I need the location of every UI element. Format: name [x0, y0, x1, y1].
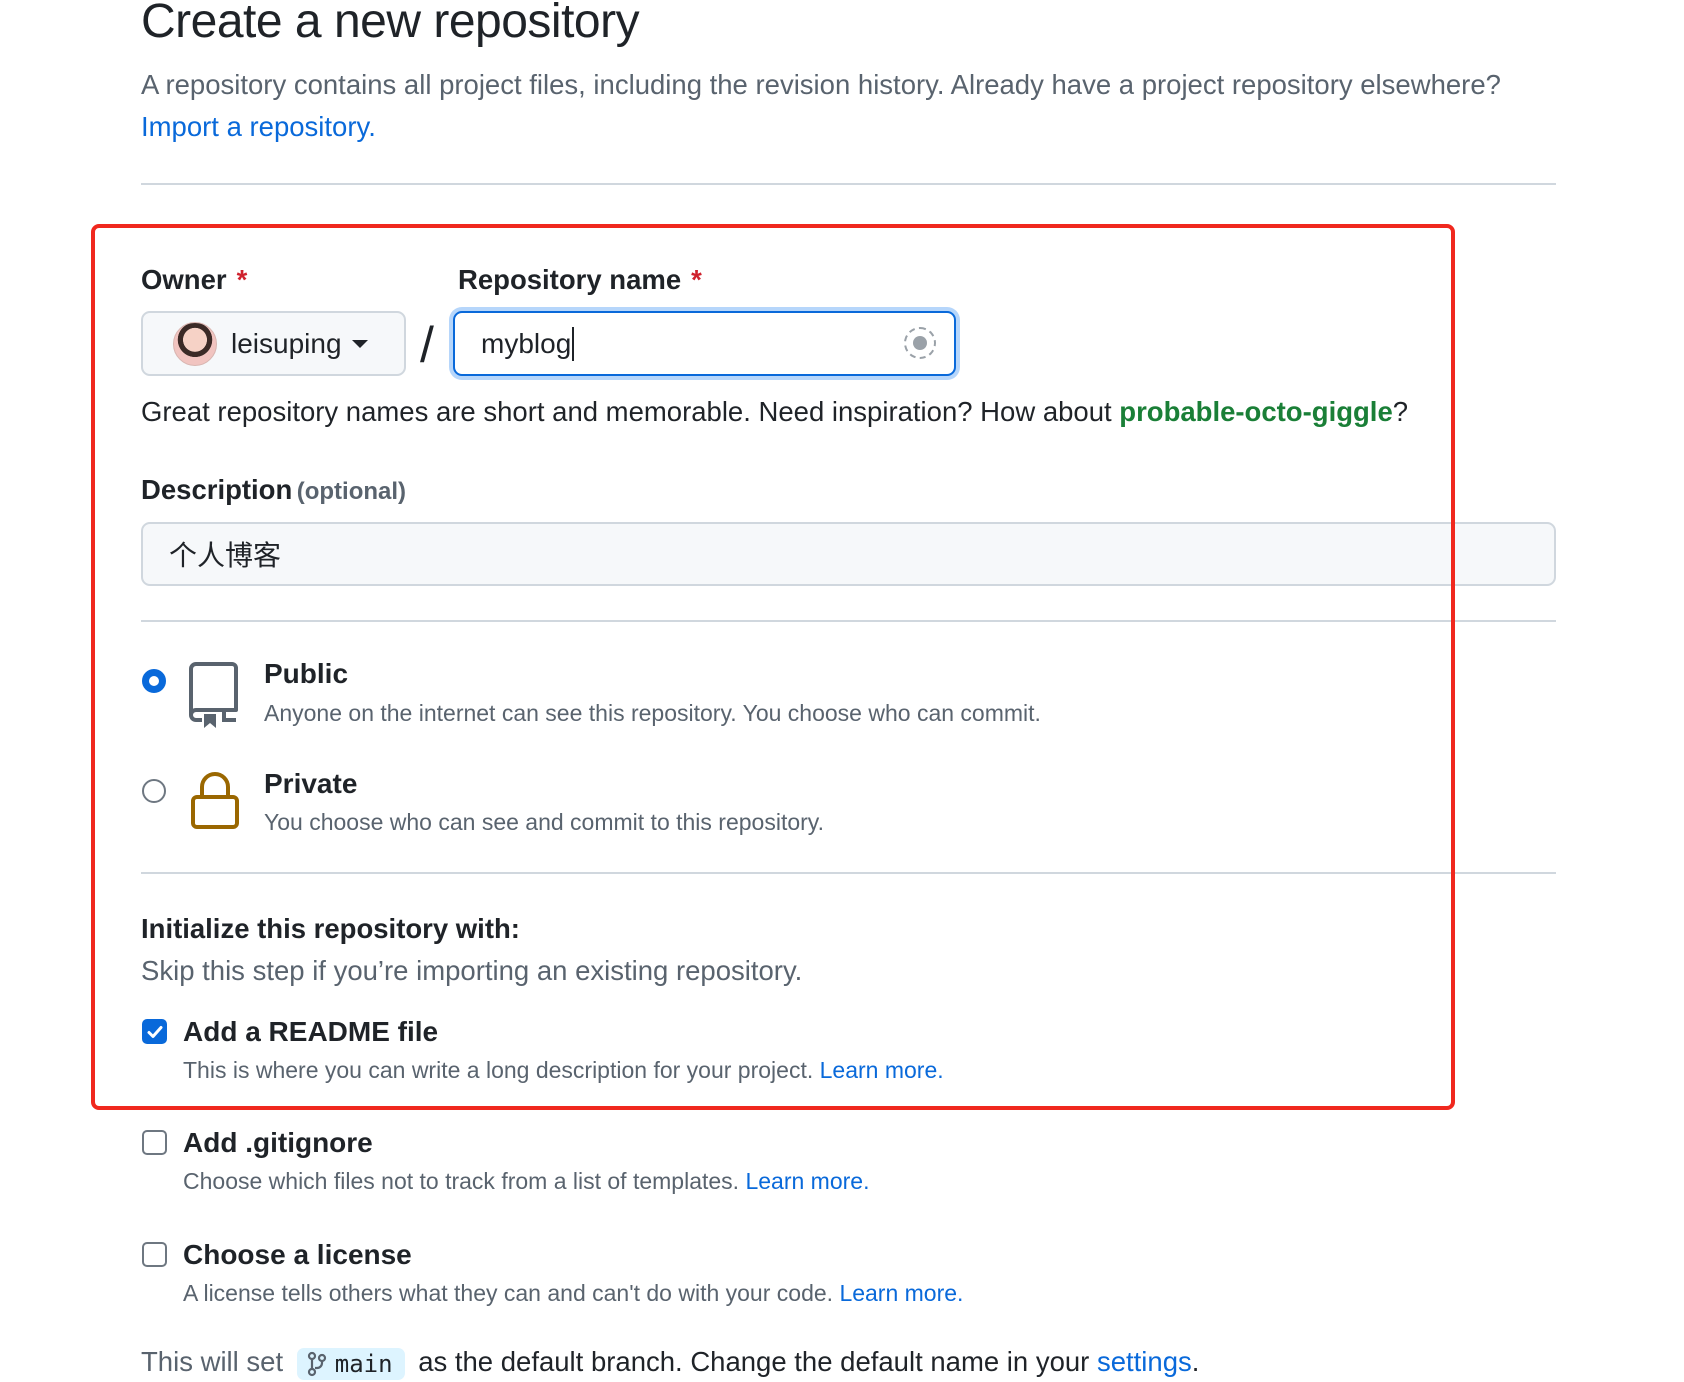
repo-name-required-mark: *: [691, 264, 702, 295]
license-checkbox[interactable]: [142, 1242, 167, 1267]
description-optional: (optional): [296, 478, 407, 505]
branch-name: main: [334, 1349, 393, 1378]
text-cursor: [572, 326, 575, 361]
name-suggestion-link[interactable]: probable-octo-giggle: [1119, 396, 1392, 427]
owner-repo-separator: /: [420, 317, 434, 373]
repo-name-label-text: Repository name: [458, 264, 682, 295]
license-desc: A license tells others what they can and…: [183, 1280, 963, 1307]
private-desc: You choose who can see and commit to thi…: [264, 809, 824, 835]
license-desc-text: A license tells others what they can and…: [183, 1280, 834, 1306]
description-input[interactable]: 个人博客: [141, 522, 1556, 586]
description-value: 个人博客: [169, 540, 282, 571]
gitignore-label[interactable]: Add .gitignore: [183, 1127, 373, 1159]
branch-note-middle: as the default branch. Change the defaul…: [418, 1346, 1090, 1377]
init-title: Initialize this repository with:: [141, 913, 520, 944]
lock-icon: [190, 771, 240, 831]
readme-learn-more-link[interactable]: Learn more.: [820, 1057, 944, 1083]
page-title: Create a new repository: [141, 0, 640, 48]
visibility-divider-bottom: [141, 872, 1556, 874]
hint-suffix: ?: [1392, 396, 1409, 427]
intro-text: A repository contains all project files,…: [141, 69, 1501, 100]
branch-note-prefix: This will set: [141, 1346, 284, 1377]
import-repository-link[interactable]: Import a repository.: [141, 111, 376, 142]
gitignore-learn-more-link[interactable]: Learn more.: [745, 1168, 869, 1194]
readme-label[interactable]: Add a README file: [183, 1016, 438, 1048]
visibility-divider-top: [141, 620, 1556, 622]
gitignore-desc-text: Choose which files not to track from a l…: [183, 1168, 740, 1194]
description-label: Description (optional): [141, 474, 406, 506]
check-icon: [147, 1025, 162, 1038]
license-learn-more-link[interactable]: Learn more.: [839, 1280, 963, 1306]
branch-badge: main: [296, 1347, 405, 1380]
header-divider: [141, 183, 1556, 185]
repo-name-label: Repository name *: [458, 264, 702, 296]
owner-dropdown[interactable]: leisuping: [141, 311, 406, 376]
description-label-text: Description: [141, 474, 293, 505]
repo-name-value: myblog: [481, 327, 572, 359]
private-radio[interactable]: [142, 779, 166, 803]
owner-required-mark: *: [236, 264, 248, 295]
page-intro: A repository contains all project files,…: [141, 64, 1521, 148]
caret-down-icon: [351, 339, 368, 348]
license-label[interactable]: Choose a license: [183, 1239, 412, 1271]
owner-label-text: Owner: [141, 264, 227, 295]
readme-checkbox[interactable]: [142, 1019, 167, 1044]
public-title: Public: [264, 658, 349, 689]
private-title: Private: [264, 768, 358, 799]
repo-name-input[interactable]: myblog: [453, 311, 956, 376]
branch-note-suffix: .: [1191, 1346, 1200, 1377]
owner-label: Owner *: [141, 264, 247, 296]
gitignore-checkbox[interactable]: [142, 1130, 167, 1155]
avatar: [173, 321, 217, 366]
readme-desc-text: This is where you can write a long descr…: [183, 1057, 814, 1083]
settings-link[interactable]: settings: [1097, 1346, 1192, 1377]
hint-text: Great repository names are short and mem…: [141, 396, 1112, 427]
readme-desc: This is where you can write a long descr…: [183, 1057, 944, 1084]
loading-spinner-icon: [904, 327, 936, 359]
owner-value: leisuping: [231, 327, 342, 359]
default-branch-note: This will set main as the default branch…: [141, 1346, 1199, 1380]
public-desc: Anyone on the internet can see this repo…: [264, 700, 1041, 726]
public-radio[interactable]: [142, 669, 166, 693]
repo-icon: [188, 660, 240, 728]
init-subtitle: Skip this step if you’re importing an ex…: [141, 955, 803, 986]
gitignore-desc: Choose which files not to track from a l…: [183, 1168, 869, 1195]
repo-name-hint: Great repository names are short and mem…: [141, 396, 1408, 428]
git-branch-icon: [307, 1351, 326, 1376]
